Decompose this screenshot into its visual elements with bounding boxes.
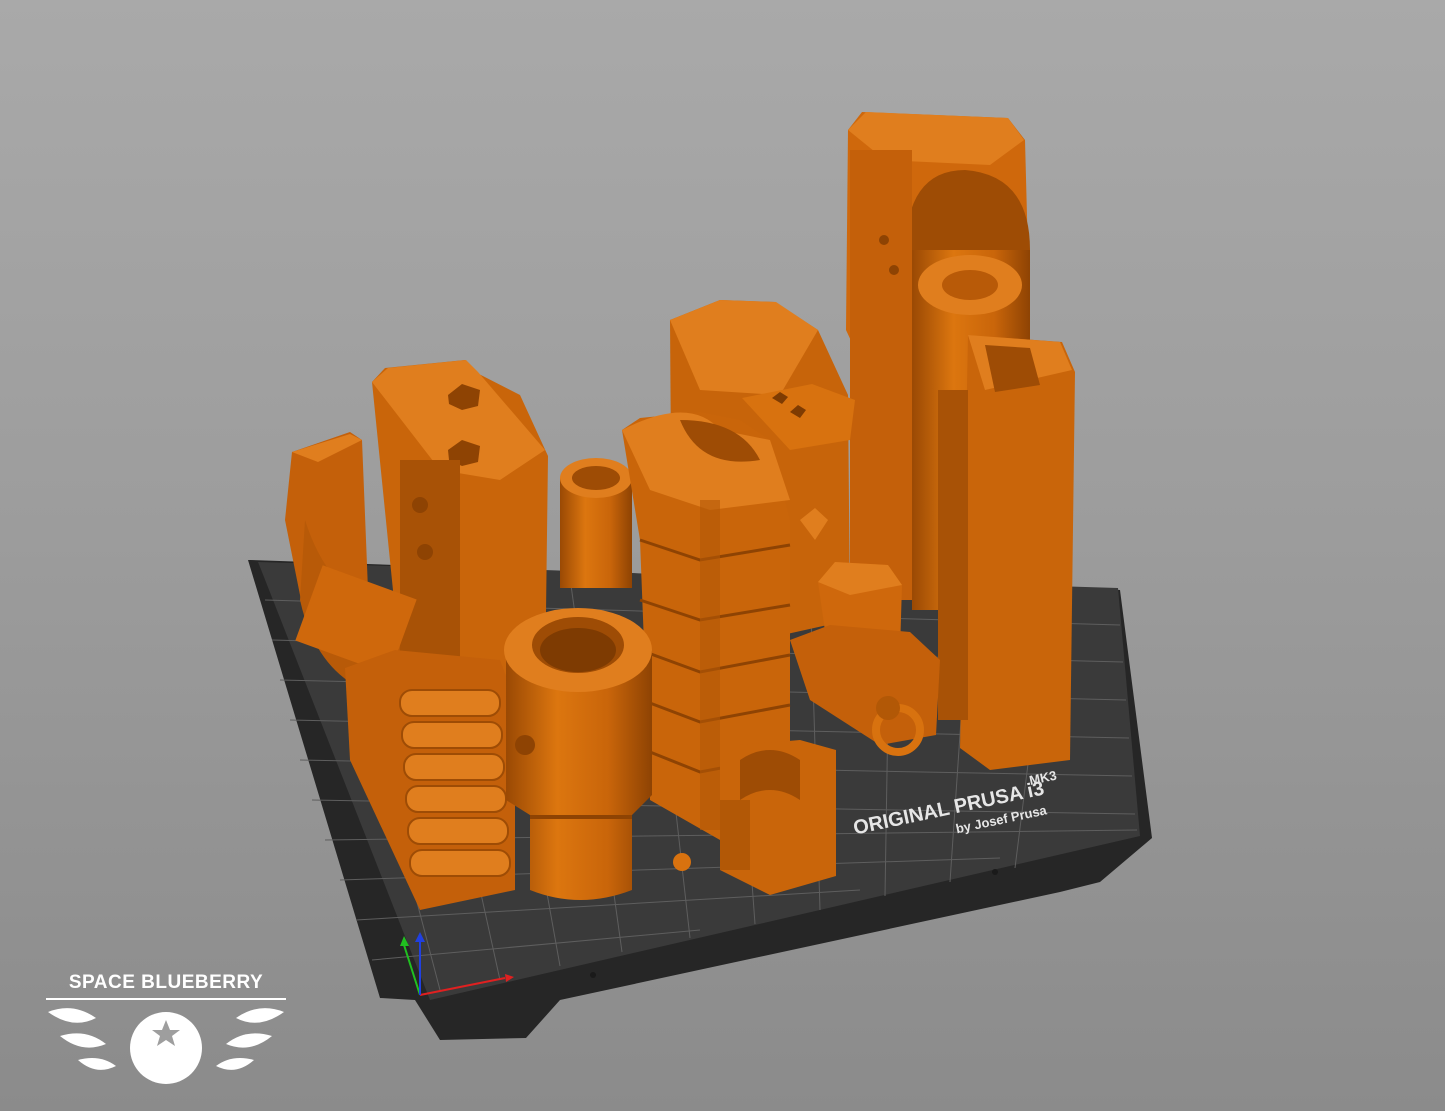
logo-divider xyxy=(46,998,286,1000)
blueberry-logo-icon xyxy=(48,1008,284,1084)
logo-text: SPACE BLUEBERRY xyxy=(68,972,264,993)
3d-viewport[interactable]: ORIGINAL PRUSA i3 MK3 by Josef Prusa xyxy=(0,0,1445,1111)
brand-logo: SPACE BLUEBERRY xyxy=(38,968,294,1088)
